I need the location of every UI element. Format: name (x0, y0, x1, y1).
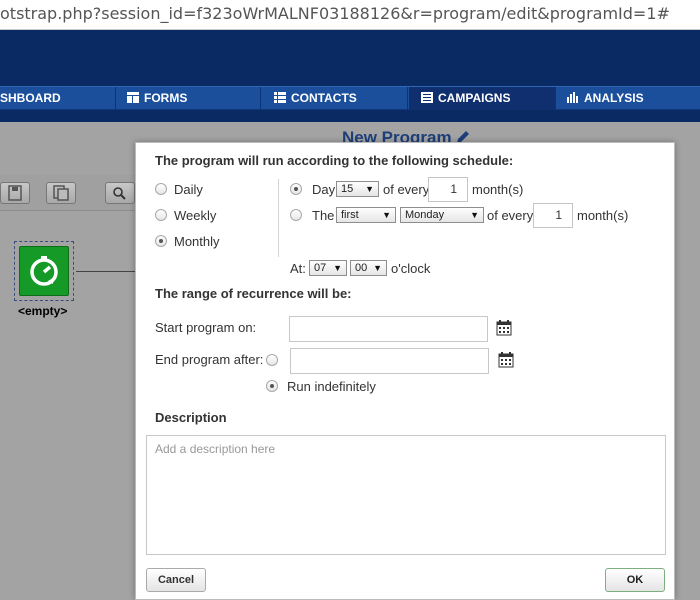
day-select-value: 15 (341, 183, 354, 195)
nav-analysis[interactable]: ANALYSIS (557, 87, 700, 110)
nav-campaigns-label: CAMPAIGNS (438, 91, 511, 105)
minute-select-value: 00 (355, 262, 368, 274)
start-label: Start program on: (155, 320, 257, 335)
hour-select-value: 07 (314, 262, 327, 274)
end-label: End program after: (155, 352, 264, 367)
url-text: otstrap.php?session_id=f323oWrMALNF03188… (0, 4, 670, 23)
monthly-label: Monthly (174, 234, 220, 249)
chevron-down-icon: ▼ (373, 263, 382, 273)
end-date-input[interactable] (290, 348, 489, 374)
ordinal-select[interactable]: first ▼ (336, 207, 396, 223)
the-option-radio[interactable] (290, 209, 302, 221)
campaigns-icon (421, 88, 433, 103)
cancel-button[interactable]: Cancel (146, 568, 206, 592)
save-icon (8, 185, 22, 201)
hour-select[interactable]: 07 ▼ (309, 260, 347, 276)
header-bottom-band (0, 110, 700, 122)
daily-radio[interactable] (155, 183, 167, 195)
description-placeholder: Add a description here (155, 442, 276, 456)
start-date-input[interactable] (289, 316, 488, 342)
schedule-heading: The program will run according to the fo… (155, 153, 514, 168)
nav-analysis-label: ANALYSIS (584, 91, 644, 105)
time-label: At: (290, 261, 306, 276)
day-label: Day (312, 182, 336, 197)
main-nav: SHBOARD FORMS CONTACTS CAMPAIGNS ANALYSI… (0, 86, 700, 110)
day-select[interactable]: 15 ▼ (336, 181, 379, 197)
day-option-radio[interactable] (290, 183, 302, 195)
nav-campaigns[interactable]: CAMPAIGNS (409, 87, 556, 110)
contacts-list-icon (274, 88, 286, 103)
nav-contacts[interactable]: CONTACTS (262, 87, 408, 110)
copy-icon (53, 185, 69, 201)
program-start-tile[interactable] (14, 241, 74, 301)
the-of-every-label: of every (487, 208, 534, 223)
run-indefinitely-label: Run indefinitely (287, 379, 376, 394)
save-toolbar-button[interactable] (0, 182, 30, 204)
nav-dashboard[interactable]: SHBOARD (0, 87, 116, 110)
weekly-radio[interactable] (155, 209, 167, 221)
day-of-every-label: of every (383, 182, 430, 197)
weekday-select[interactable]: Monday ▼ (400, 207, 484, 223)
nav-dashboard-label: SHBOARD (0, 91, 61, 105)
flow-connector (76, 271, 136, 272)
the-months-suffix: month(s) (577, 208, 629, 223)
copy-toolbar-button[interactable] (46, 182, 76, 204)
range-heading: The range of recurrence will be: (155, 286, 352, 301)
the-months-input[interactable]: 1 (533, 203, 573, 228)
schedule-timer-icon (19, 246, 69, 296)
day-months-suffix: month(s) (472, 182, 524, 197)
zoom-icon (113, 187, 126, 200)
description-textarea[interactable]: Add a description here (146, 435, 666, 555)
chevron-down-icon: ▼ (333, 263, 342, 273)
day-months-input[interactable]: 1 (428, 177, 468, 202)
the-label: The (312, 208, 335, 223)
weekday-select-value: Monday (405, 209, 445, 221)
run-indefinitely-radio[interactable] (266, 380, 278, 392)
daily-label: Daily (174, 182, 203, 197)
chevron-down-icon: ▼ (365, 184, 374, 194)
weekly-label: Weekly (174, 208, 217, 223)
chevron-down-icon: ▼ (470, 210, 479, 220)
end-date-radio[interactable] (266, 354, 278, 366)
schedule-divider (278, 179, 279, 257)
schedule-dialog: The program will run according to the fo… (135, 142, 675, 600)
app-header (0, 30, 700, 86)
bar-chart-icon (567, 88, 579, 103)
nav-forms-label: FORMS (144, 91, 188, 105)
zoom-toolbar-button[interactable] (105, 182, 135, 204)
description-heading: Description (155, 410, 227, 425)
monthly-radio[interactable] (155, 235, 167, 247)
nav-contacts-label: CONTACTS (291, 91, 357, 105)
calendar-icon[interactable] (498, 352, 514, 368)
time-suffix: o'clock (391, 261, 431, 276)
address-bar[interactable]: otstrap.php?session_id=f323oWrMALNF03188… (0, 0, 700, 30)
calendar-icon[interactable] (496, 320, 512, 336)
tile-label: <empty> (18, 304, 68, 318)
ordinal-select-value: first (341, 209, 359, 221)
ok-button[interactable]: OK (605, 568, 665, 592)
forms-icon (127, 88, 139, 103)
nav-forms[interactable]: FORMS (117, 87, 261, 110)
minute-select[interactable]: 00 ▼ (350, 260, 387, 276)
chevron-down-icon: ▼ (382, 210, 391, 220)
